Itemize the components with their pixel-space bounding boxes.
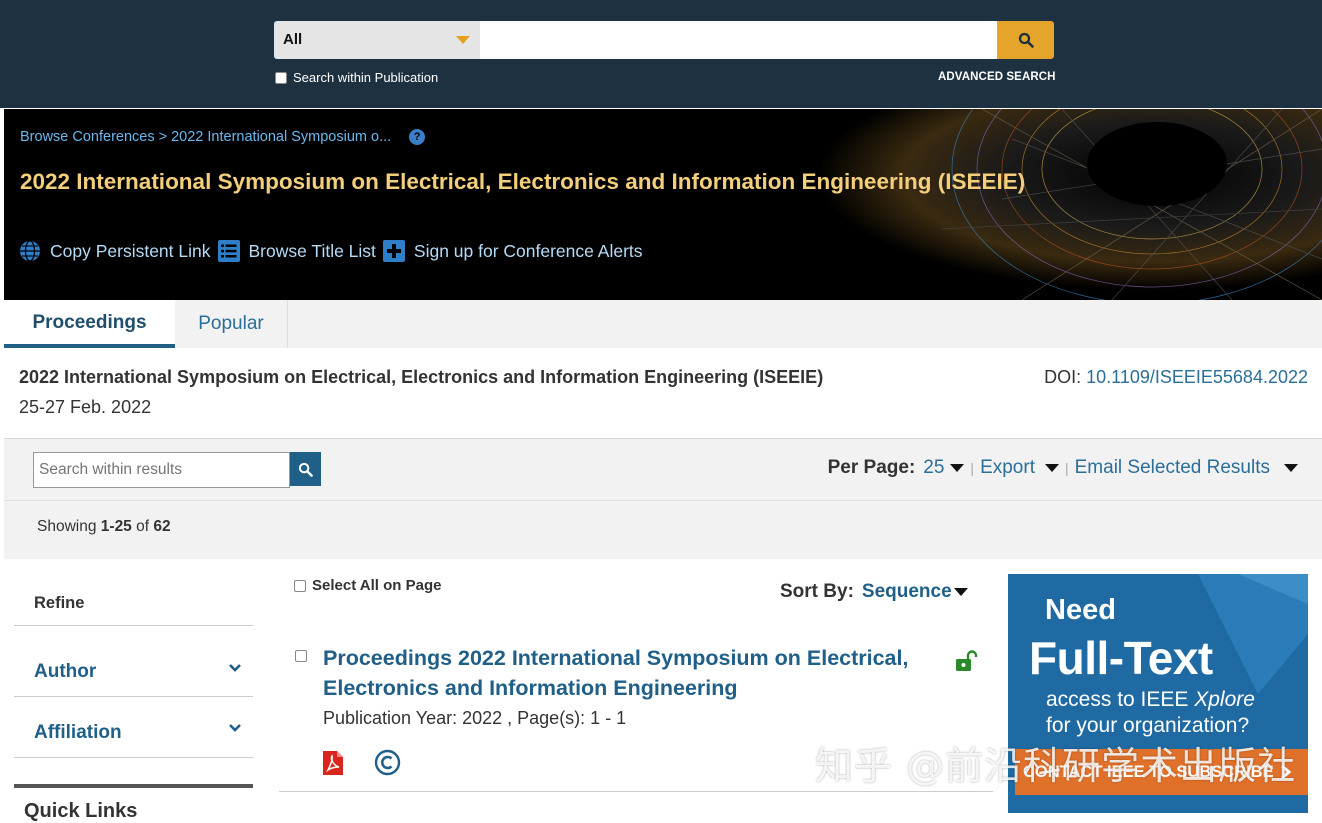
browse-title-list-button[interactable]: Browse Title List: [217, 239, 376, 263]
search-scope-value: All: [283, 31, 303, 48]
banner-decorative-art: [762, 109, 1322, 300]
result-title-link[interactable]: Proceedings 2022 International Symposium…: [323, 643, 943, 703]
caret-down-icon: [953, 587, 968, 596]
conference-alerts-label: Sign up for Conference Alerts: [413, 240, 643, 261]
search-scope-dropdown[interactable]: All: [274, 21, 480, 59]
export-dropdown[interactable]: Export: [980, 457, 1059, 479]
email-selected-label: Email Selected Results: [1074, 457, 1270, 478]
pdf-icon[interactable]: [322, 750, 344, 776]
ad-headline-fulltext: Full-Text: [1029, 632, 1213, 684]
select-all-label: Select All on Page: [312, 577, 442, 594]
search-within-results-button[interactable]: [290, 452, 321, 486]
conference-banner: Browse Conferences > 2022 International …: [4, 109, 1322, 300]
sort-by-dropdown[interactable]: Sequence: [862, 581, 968, 603]
ad-body-line2: for your organization?: [1046, 714, 1250, 737]
results-count: Showing 1-25 of 62: [37, 518, 171, 536]
chevron-down-icon[interactable]: [228, 721, 242, 735]
quick-links-divider: [14, 784, 253, 788]
doi: DOI: 10.1109/ISEEIE55684.2022: [1044, 367, 1308, 388]
globe-icon: [18, 239, 42, 263]
proceedings-title: 2022 International Symposium on Electric…: [19, 367, 824, 387]
per-page-label: Per Page:: [827, 457, 916, 478]
email-selected-dropdown[interactable]: Email Selected Results: [1075, 457, 1298, 479]
chevron-down-icon: [456, 36, 470, 44]
divider: [279, 791, 993, 792]
select-all-checkbox[interactable]: [294, 579, 306, 592]
proceedings-date: 25-27 Feb. 2022: [19, 397, 152, 417]
showing-total: 62: [153, 518, 171, 535]
divider: [14, 625, 253, 626]
doi-link[interactable]: 10.1109/ISEEIE55684.2022: [1086, 367, 1308, 387]
sort-by-value: Sequence: [861, 581, 952, 602]
search-within-publication-checkbox[interactable]: [275, 71, 287, 84]
search-button[interactable]: [997, 21, 1054, 59]
caret-down-icon: [1044, 463, 1059, 472]
refine-author[interactable]: Author: [34, 661, 96, 683]
search-within-results-input[interactable]: [33, 452, 290, 488]
tab-proceedings[interactable]: Proceedings: [4, 300, 175, 348]
copy-persistent-link-label: Copy Persistent Link: [50, 240, 211, 261]
showing-prefix: Showing: [37, 518, 97, 535]
ad-body-xplore: Xplore: [1194, 688, 1255, 711]
breadcrumb-link[interactable]: Browse Conferences > 2022 International …: [20, 129, 391, 145]
per-page-dropdown[interactable]: 25: [923, 457, 965, 479]
search-within-publication[interactable]: Search within Publication: [275, 70, 438, 85]
watermark: 知乎 @前沿科研学术出版社: [815, 744, 1297, 788]
plus-icon: [382, 239, 406, 263]
chevron-down-icon[interactable]: [228, 661, 242, 675]
sort-by: Sort By: Sequence: [780, 581, 968, 603]
conference-alerts-button[interactable]: Sign up for Conference Alerts: [382, 239, 643, 263]
conference-actions: Copy Persistent Link Browse Title List S…: [18, 239, 649, 263]
result-meta: Publication Year: 2022 , Page(s): 1 - 1: [323, 708, 627, 728]
conference-title: 2022 International Symposium on Electric…: [20, 169, 1026, 194]
open-access-lock-icon: [956, 650, 978, 671]
search-icon: [1018, 32, 1034, 48]
divider: [14, 696, 253, 697]
showing-range: 1-25: [100, 518, 132, 535]
divider: [4, 500, 1322, 501]
divider: [14, 757, 253, 758]
ad-body-line1: access to IEEE: [1046, 688, 1195, 711]
export-label: Export: [980, 457, 1035, 478]
results-toolbar: Per Page: 25 | Export | Email Selected R…: [4, 438, 1322, 559]
showing-of: of: [136, 518, 150, 535]
ad-headline-need: Need: [1045, 594, 1116, 626]
caret-down-icon: [1284, 463, 1298, 472]
advanced-search-link[interactable]: ADVANCED SEARCH: [938, 71, 1056, 83]
breadcrumb: Browse Conferences > 2022 International …: [20, 129, 426, 145]
tabs: Proceedings Popular: [4, 300, 1322, 348]
per-page-value: 25: [923, 457, 945, 478]
separator: |: [970, 460, 975, 476]
refine-title: Refine: [34, 594, 85, 612]
search-icon: [298, 462, 313, 477]
separator: |: [1064, 460, 1069, 476]
ad-body: access to IEEE Xplore for your organizat…: [1046, 687, 1255, 739]
select-all-on-page[interactable]: Select All on Page: [294, 577, 442, 594]
refine-affiliation[interactable]: Affiliation: [34, 722, 122, 744]
top-search-bar: All Search within Publication ADVANCED S…: [0, 0, 1322, 108]
tab-popular[interactable]: Popular: [175, 300, 288, 348]
list-icon: [217, 239, 241, 263]
sort-by-label: Sort By:: [780, 581, 854, 602]
caret-down-icon: [950, 463, 965, 472]
search-input[interactable]: [480, 21, 997, 59]
quick-links-title: Quick Links: [24, 800, 138, 822]
doi-label: DOI:: [1044, 367, 1082, 387]
browse-title-list-label: Browse Title List: [248, 240, 376, 261]
help-icon[interactable]: ?: [409, 129, 426, 145]
toolbar-actions: Per Page: 25 | Export | Email Selected R…: [828, 457, 1298, 479]
copyright-icon[interactable]: [374, 749, 401, 776]
result-checkbox[interactable]: [295, 650, 307, 662]
search-within-publication-label: Search within Publication: [293, 70, 439, 85]
copy-persistent-link-button[interactable]: Copy Persistent Link: [18, 239, 211, 263]
